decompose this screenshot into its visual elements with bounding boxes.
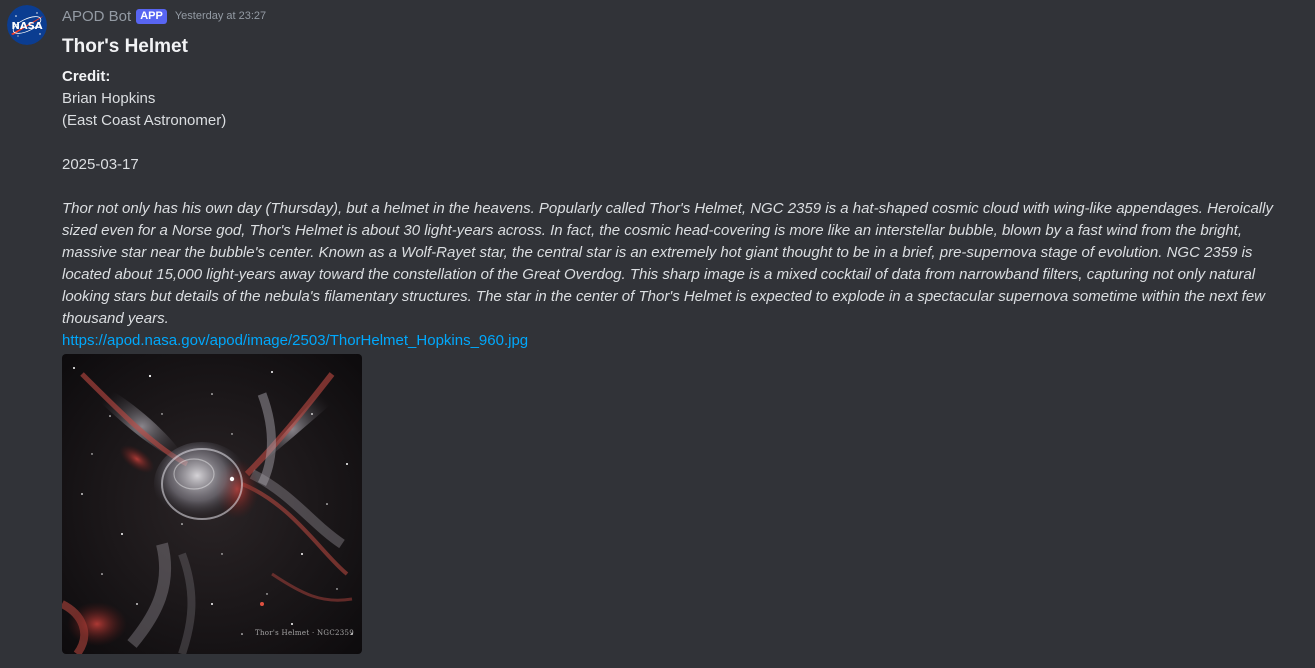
author-name[interactable]: APOD Bot <box>62 8 131 25</box>
embedded-image[interactable]: Thor's Helmet · NGC2359 <box>62 354 362 654</box>
image-link[interactable]: https://apod.nasa.gov/apod/image/2503/Th… <box>62 330 528 352</box>
nebula-image <box>62 354 362 654</box>
credit-name: Brian Hopkins <box>62 90 156 107</box>
message-content: Thor's Helmet Credit: Brian Hopkins (Eas… <box>62 34 1302 654</box>
post-date: 2025-03-17 <box>62 156 139 173</box>
nasa-logo-icon: NASA <box>7 5 47 45</box>
image-caption: Thor's Helmet · NGC2359 <box>254 629 354 637</box>
credit-label: Credit: <box>62 68 111 85</box>
explanation-text: Thor not only has his own day (Thursday)… <box>62 200 1273 327</box>
credit-affiliation: (East Coast Astronomer) <box>62 112 227 129</box>
post-title: Thor's Helmet <box>62 36 188 57</box>
svg-text:NASA: NASA <box>11 21 42 32</box>
message-timestamp[interactable]: Yesterday at 23:27 <box>175 10 266 22</box>
chat-message: NASA APOD Bot APP Yesterday at 23:27 Tho… <box>0 0 1315 668</box>
app-badge: APP <box>136 8 167 24</box>
avatar[interactable]: NASA <box>7 5 47 45</box>
message-header: APOD Bot APP Yesterday at 23:27 <box>62 6 266 26</box>
